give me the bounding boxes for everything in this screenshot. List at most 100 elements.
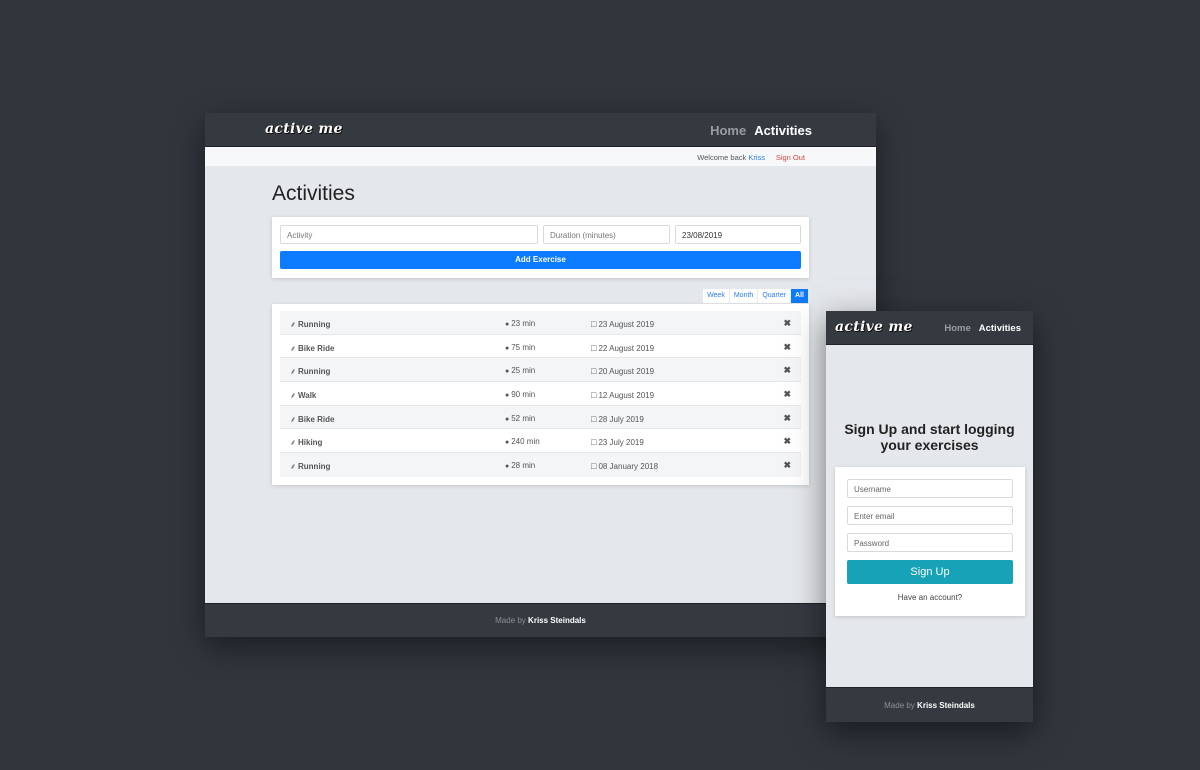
delete-icon[interactable]: ✖ [783, 365, 791, 376]
username-link[interactable]: Kriss [748, 153, 765, 162]
activity-duration: ● 23 min [505, 319, 535, 328]
filter-week[interactable]: Week [703, 289, 730, 303]
mobile-logo[interactable]: active me [835, 319, 913, 335]
activity-date-text: 23 July 2019 [598, 438, 644, 448]
activity-row: ⸙ Running ● 28 min □ 08 January 2018 ✖ [280, 453, 801, 477]
stopwatch-icon: ● [505, 368, 510, 376]
page-title: Activities [272, 182, 355, 205]
sign-up-button[interactable]: Sign Up [847, 560, 1013, 584]
delete-icon[interactable]: ✖ [783, 436, 791, 447]
activity-date: □ 12 August 2019 [591, 390, 654, 400]
activity-duration-text: 75 min [511, 342, 536, 352]
activity-duration-text: 240 min [511, 437, 540, 447]
signup-heading-text: Sign Up and start logging your exercises [844, 421, 1015, 453]
calendar-icon: □ [591, 437, 597, 448]
mobile-window: active me Home Activities Sign Up and st… [826, 311, 1033, 722]
calendar-icon: □ [591, 366, 597, 377]
nav-activities-link[interactable]: Activities [754, 123, 812, 138]
activity-duration: ● 25 min [505, 366, 535, 375]
activity-name-text: Bike Ride [298, 414, 335, 424]
nav-home-link[interactable]: Home [710, 123, 746, 138]
mobile-nav-links: Home Activities [944, 323, 1021, 334]
calendar-icon: □ [591, 319, 597, 329]
date-input[interactable]: 23/08/2019 [675, 225, 801, 244]
activity-duration-text: 28 min [511, 461, 536, 471]
delete-icon[interactable]: ✖ [783, 342, 791, 353]
delete-icon[interactable]: ✖ [783, 389, 791, 400]
delete-icon[interactable]: ✖ [783, 413, 791, 424]
activity-name-text: Bike Ride [298, 343, 335, 353]
footer-author: Kriss Steindals [528, 616, 586, 625]
mobile-nav-home-link[interactable]: Home [944, 323, 970, 334]
activity-name: ⸙ Bike Ride [290, 343, 334, 354]
filter-month[interactable]: Month [730, 289, 759, 303]
delete-icon[interactable]: ✖ [783, 318, 791, 329]
activity-date: □ 23 August 2019 [591, 319, 654, 329]
have-account-link[interactable]: Have an account? [835, 593, 1025, 602]
stopwatch-icon: ● [505, 321, 510, 328]
activity-duration: ● 28 min [505, 461, 535, 470]
activity-duration: ● 90 min [505, 390, 535, 399]
activity-name-text: Running [298, 367, 331, 377]
logo[interactable]: active me [265, 121, 343, 137]
calendar-icon: □ [591, 461, 597, 472]
activity-row: ⸙ Bike Ride ● 52 min □ 28 July 2019 ✖ [280, 405, 801, 430]
running-icon: ⸙ [290, 320, 296, 329]
activity-name: ⸙ Running [290, 319, 330, 330]
signup-heading: Sign Up and start logging your exercises [826, 421, 1033, 453]
mobile-footer: Made by Kriss Steindals [826, 687, 1033, 722]
calendar-icon: □ [591, 342, 597, 353]
activity-row: ⸙ Walk ● 90 min □ 12 August 2019 ✖ [280, 382, 801, 406]
running-icon: ⸙ [290, 367, 296, 377]
footer-prefix: Made by [495, 616, 526, 625]
activity-date: □ 23 July 2019 [591, 437, 644, 447]
sign-out-link[interactable]: Sign Out [776, 153, 805, 162]
signup-form: Username Enter email Password Sign Up Ha… [835, 467, 1025, 616]
activity-duration: ● 52 min [505, 414, 535, 423]
calendar-icon: □ [591, 390, 597, 401]
footer: Made by Kriss Steindals [205, 603, 876, 637]
delete-icon[interactable]: ✖ [783, 460, 791, 471]
welcome-text: Welcome back Kriss [697, 153, 765, 162]
activity-date: □ 20 August 2019 [591, 366, 654, 376]
desktop-window: active me Home Activities Welcome back K… [205, 113, 876, 637]
filter-all[interactable]: All [791, 289, 809, 303]
activity-list: ⸙ Running ● 23 min □ 23 August 2019 ✖ ⸙ Bike Rid… [272, 304, 809, 485]
filter-quarter[interactable]: Quarter [758, 289, 792, 303]
mobile-footer-prefix: Made by [884, 701, 915, 710]
calendar-icon: □ [591, 413, 597, 424]
stopwatch-icon: ● [505, 439, 510, 447]
activity-name-text: Running [298, 462, 331, 472]
running-icon: ⸙ [290, 438, 296, 448]
running-icon: ⸙ [290, 343, 296, 353]
mobile-nav-activities-link[interactable]: Activities [979, 323, 1021, 334]
activity-row: ⸙ Hiking ● 240 min □ 23 July 2019 ✖ [280, 429, 801, 454]
activity-duration: ● 240 min [505, 437, 540, 446]
activity-date-text: 22 August 2019 [598, 343, 655, 353]
activity-date: □ 28 July 2019 [591, 414, 644, 424]
password-input[interactable]: Password [847, 533, 1013, 552]
activity-rows: ⸙ Running ● 23 min □ 23 August 2019 ✖ ⸙ Bike Rid… [280, 311, 801, 477]
activity-name-text: Walk [298, 391, 317, 401]
add-exercise-form: Activity Duration (minutes) 23/08/2019 A… [272, 217, 809, 278]
activity-input[interactable]: Activity [280, 225, 538, 244]
add-exercise-button[interactable]: Add Exercise [280, 251, 801, 269]
activity-name: ⸙ Running [290, 366, 330, 377]
activity-date-text: 28 July 2019 [598, 414, 644, 424]
running-icon: ⸙ [290, 414, 296, 424]
activity-row: ⸙ Running ● 23 min □ 23 August 2019 ✖ [280, 311, 801, 335]
user-bar: Welcome back Kriss Sign Out [205, 147, 876, 166]
activity-date: □ 22 August 2019 [591, 343, 654, 353]
email-input[interactable]: Enter email [847, 506, 1013, 525]
running-icon: ⸙ [290, 462, 296, 472]
activity-duration-text: 90 min [511, 390, 536, 400]
stopwatch-icon: ● [505, 463, 510, 471]
activity-date-text: 08 January 2018 [598, 462, 659, 472]
duration-input[interactable]: Duration (minutes) [543, 225, 670, 244]
navbar: active me Home Activities [205, 113, 876, 147]
stopwatch-icon: ● [505, 344, 510, 352]
activity-name-text: Hiking [298, 438, 323, 448]
username-input[interactable]: Username [847, 479, 1013, 498]
activity-name: ⸙ Bike Ride [290, 414, 334, 425]
period-filter: Week Month Quarter All [703, 289, 809, 303]
